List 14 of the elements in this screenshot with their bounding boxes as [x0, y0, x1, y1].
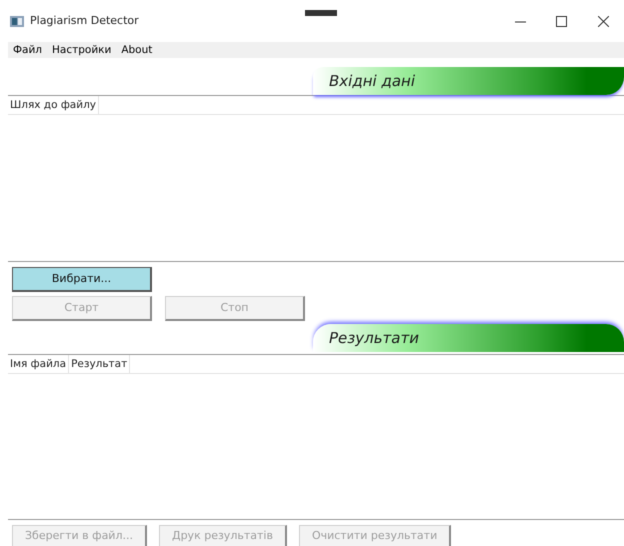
column-header[interactable]: Результат [69, 355, 130, 373]
title-bar-mark [305, 10, 337, 16]
section-banner: Вхідні дані [313, 67, 624, 95]
section-banner: Результати [313, 324, 624, 352]
close-icon[interactable] [598, 16, 609, 26]
maximize-icon[interactable] [556, 16, 568, 26]
action-button[interactable]: Вибрати... [12, 267, 152, 292]
app-icon [10, 16, 24, 26]
column-header[interactable]: Імя файла [8, 355, 70, 373]
menu-item[interactable]: About [116, 42, 158, 58]
menu-item[interactable]: Файл [8, 42, 48, 58]
column-header[interactable]: Шлях до файлу [8, 96, 99, 114]
menu-item[interactable]: Настройки [47, 42, 116, 58]
window-title: Plagiarism Detector [30, 12, 139, 29]
